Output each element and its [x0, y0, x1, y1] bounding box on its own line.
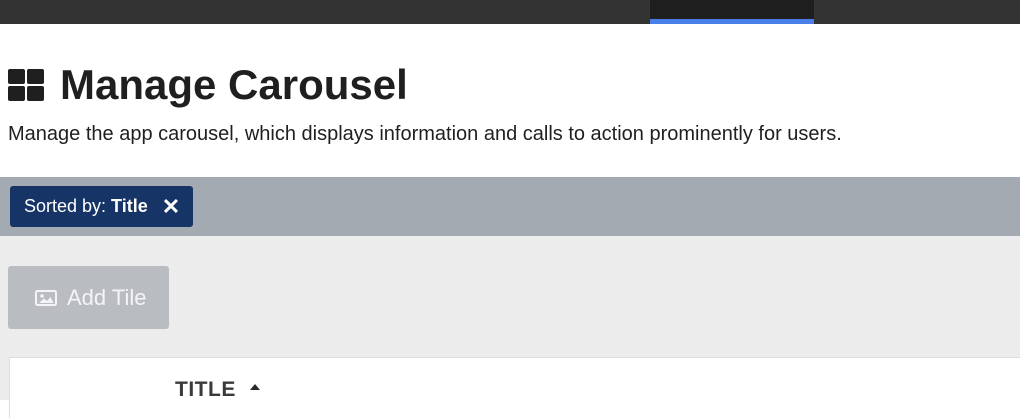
active-nav-tab[interactable] — [650, 0, 814, 24]
content-area: Add Tile TITLE — [0, 236, 1020, 418]
add-tile-label: Add Tile — [67, 284, 147, 310]
sort-ascending-icon — [249, 384, 260, 390]
tiles-table: TITLE — [9, 357, 1020, 418]
filter-bar: Sorted by: Title ✕ — [0, 177, 1020, 236]
top-navigation-bar — [0, 0, 1020, 24]
page-title: Manage Carousel — [60, 61, 408, 108]
active-tab-indicator — [650, 19, 814, 24]
page-header: Manage Carousel — [8, 60, 408, 110]
image-icon — [35, 289, 57, 306]
sort-chip-label: Sorted by: — [24, 196, 107, 216]
column-header-label: TITLE — [175, 378, 236, 401]
sort-filter-chip[interactable]: Sorted by: Title ✕ — [10, 186, 193, 227]
column-header-title[interactable]: TITLE — [175, 378, 260, 402]
grid-icon — [8, 69, 44, 101]
close-icon[interactable]: ✕ — [162, 195, 180, 218]
add-tile-button[interactable]: Add Tile — [8, 266, 169, 329]
page-description: Manage the app carousel, which displays … — [8, 123, 842, 145]
sort-chip-value: Title — [111, 196, 148, 216]
